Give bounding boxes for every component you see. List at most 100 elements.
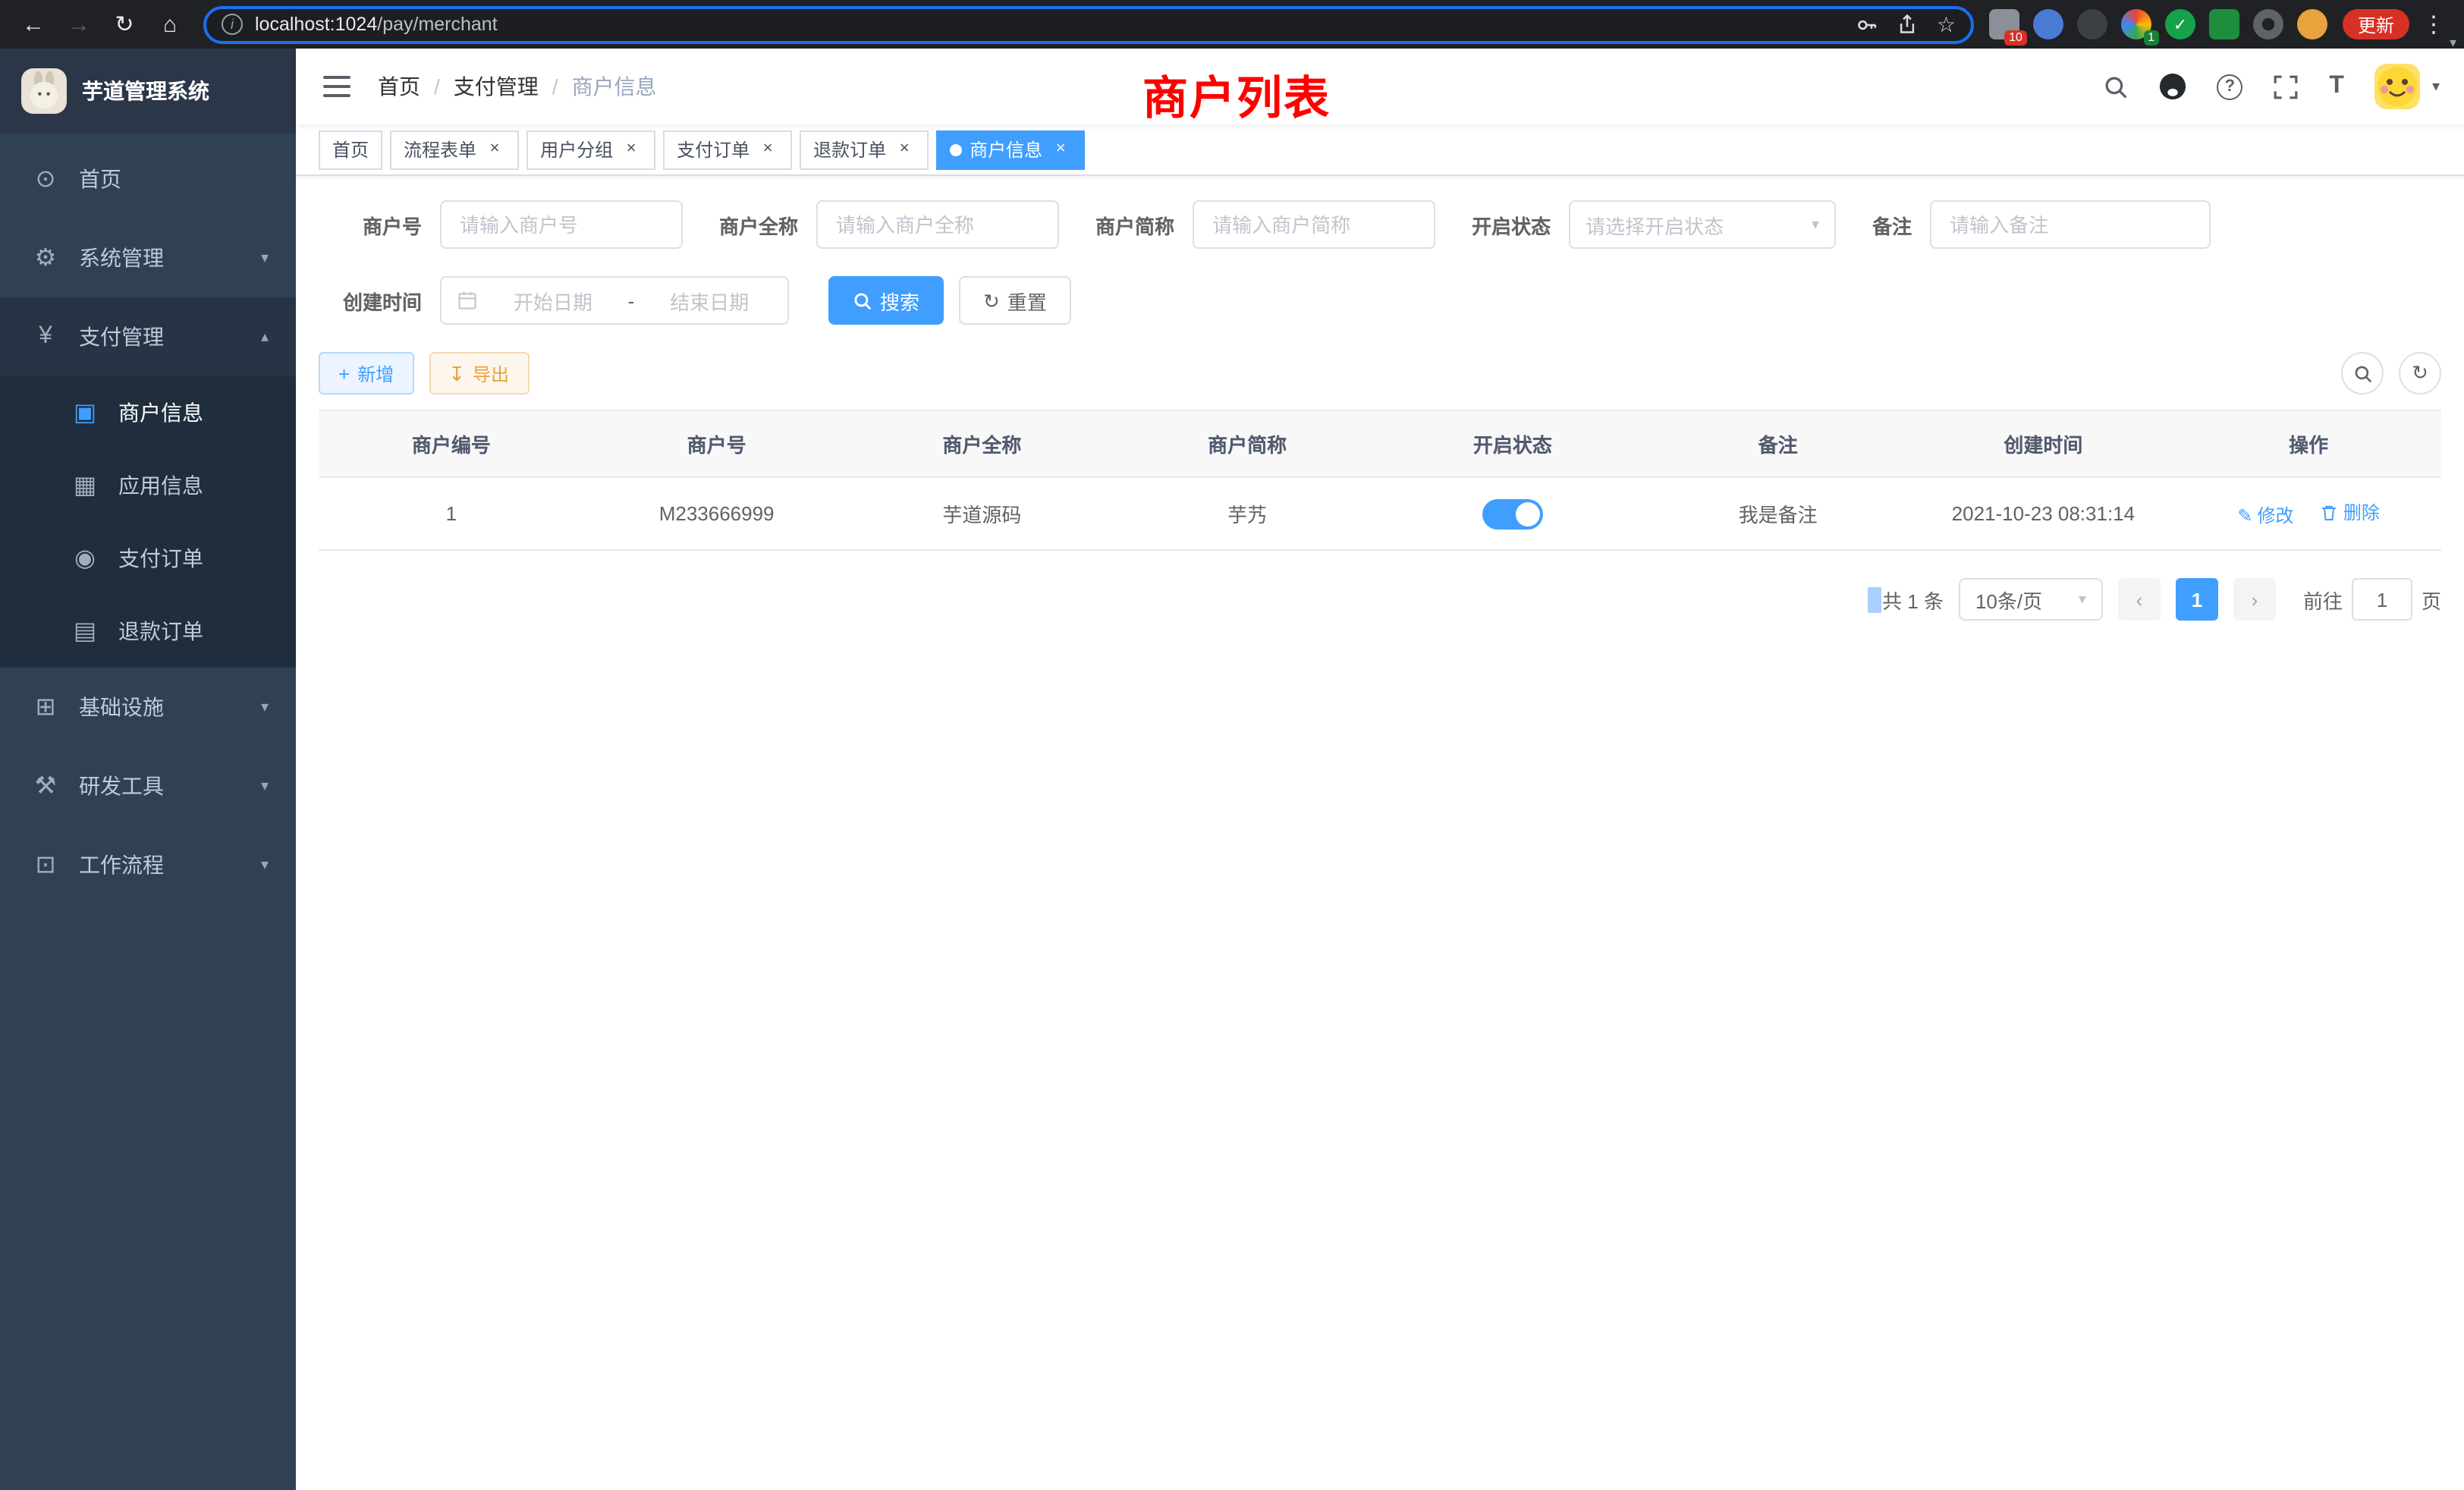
sidebar-item-home[interactable]: ⊙ 首页 [0,140,296,218]
close-icon[interactable]: × [894,139,915,160]
field-label: 备注 [1872,210,1912,239]
tab-home[interactable]: 首页 [319,130,382,169]
breadcrumb: 首页 / 支付管理 / 商户信息 [378,71,657,102]
tab-refund-order[interactable]: 退款订单× [800,130,929,169]
font-size-icon[interactable]: T [2329,73,2344,100]
breadcrumb-item-home[interactable]: 首页 [378,71,420,102]
close-icon[interactable]: × [757,139,778,160]
app-logo[interactable]: 芋道管理系统 [0,49,296,134]
close-icon[interactable]: × [484,139,505,160]
gear-icon: ⚙ [27,243,64,273]
grid-icon: ▦ [67,470,103,501]
short-name-input[interactable] [1193,200,1435,249]
extension-icon-2[interactable] [2033,9,2063,39]
edit-link[interactable]: ✎修改 [2237,502,2293,528]
add-button[interactable]: + 新增 [319,352,413,395]
export-button[interactable]: ↧ 导出 [429,352,529,395]
page-size-select[interactable]: 10条/页 ▾ [1959,578,2103,621]
url-bar[interactable]: i localhost:1024/pay/merchant ☆ [203,5,1974,43]
prev-page-button[interactable]: ‹ [2118,578,2161,621]
next-page-button[interactable]: › [2233,578,2276,621]
merchant-table: 商户编号 商户号 商户全称 商户简称 开启状态 备注 创建时间 操作 1 [319,410,2441,551]
back-icon[interactable]: ← [15,6,52,42]
filter-row-2: 创建时间 开始日期 - 结束日期 [319,276,2441,325]
bookmark-star-icon[interactable]: ☆ [1937,11,1956,37]
sidebar-item-label: 应用信息 [118,470,203,501]
search-icon[interactable] [2103,74,2129,99]
sidebar-item-pay-order[interactable]: ◉ 支付订单 [0,522,296,595]
toolbar-right: ↻ [2341,352,2441,395]
status-toggle[interactable] [1482,498,1543,529]
main-area: 商户列表 首页 / 支付管理 / 商户信息 [296,49,2464,1490]
tab-user-group[interactable]: 用户分组× [526,130,655,169]
extension-icon-5[interactable]: ✓ [2165,9,2195,39]
order-icon: ◉ [67,543,103,574]
active-dot [950,143,962,156]
status-select[interactable]: 请选择开启状态 ▾ [1569,200,1836,249]
page-button-1[interactable]: 1 [2176,578,2218,621]
extensions-puzzle-icon[interactable] [2253,9,2283,39]
chevron-down-icon[interactable]: ▾ [2450,35,2456,52]
browser-chrome: ← → ↻ ⌂ i localhost:1024/pay/merchant ☆ … [0,0,2464,49]
help-icon[interactable]: ? [2217,74,2242,99]
sidebar-item-payment[interactable]: ¥ 支付管理 ▴ [0,297,296,376]
tab-pay-order[interactable]: 支付订单× [663,130,792,169]
chevron-down-icon: ▾ [261,778,269,794]
col-remark: 备注 [1645,410,1911,477]
refresh-table-button[interactable]: ↻ [2399,352,2441,395]
browser-profile-avatar[interactable] [2297,9,2327,39]
app-title: 芋道管理系统 [82,76,209,106]
chevron-down-icon: ▾ [1812,216,1819,233]
fullscreen-icon[interactable] [2273,74,2299,99]
home-icon[interactable]: ⌂ [152,6,188,42]
sidebar-item-app-info[interactable]: ▦ 应用信息 [0,449,296,522]
download-icon: ↧ [448,363,465,383]
tab-merchant-info[interactable]: 商户信息× [936,130,1085,169]
reset-button[interactable]: ↻ 重置 [959,276,1071,325]
merchant-no-input[interactable] [440,200,683,249]
pagination-goto: 前往 页 [2303,578,2441,621]
sidebar-item-refund-order[interactable]: ▤ 退款订单 [0,595,296,668]
sidebar-item-system[interactable]: ⚙ 系统管理 ▾ [0,218,296,297]
chevron-down-icon: ▾ [2079,591,2086,608]
extension-icon-1[interactable]: 10 [1989,9,2019,39]
sidebar-item-merchant-info[interactable]: ▣ 商户信息 [0,376,296,449]
user-menu[interactable]: ▾ [2374,64,2440,109]
site-info-icon[interactable]: i [222,14,243,35]
close-icon[interactable]: × [1050,139,1071,160]
delete-link[interactable]: 删除 [2321,499,2380,525]
github-icon[interactable] [2159,73,2186,100]
extension-icon-3[interactable] [2077,9,2107,39]
close-icon[interactable]: × [621,139,642,160]
toggle-search-button[interactable] [2341,352,2384,395]
password-key-icon[interactable] [1856,13,1879,36]
refund-icon: ▤ [67,616,103,646]
browser-menu-icon[interactable]: ⋮ [2418,6,2449,42]
reload-icon[interactable]: ↻ [106,6,143,42]
remark-input[interactable] [1930,200,2211,249]
toolbar-left: + 新增 ↧ 导出 [319,352,529,395]
tab-process-form[interactable]: 流程表单× [390,130,519,169]
full-name-input[interactable] [816,200,1059,249]
payment-submenu: ▣ 商户信息 ▦ 应用信息 ◉ 支付订单 ▤ 退款订单 [0,376,296,668]
share-icon[interactable] [1897,14,1919,35]
breadcrumb-item-payment[interactable]: 支付管理 [454,71,539,102]
filter-short-name: 商户简称 [1095,200,1435,249]
top-navbar: 首页 / 支付管理 / 商户信息 ? [296,49,2464,124]
browser-update-button[interactable]: 更新 [2343,9,2409,39]
date-range-picker[interactable]: 开始日期 - 结束日期 [440,276,789,325]
sidebar-toggle-icon[interactable] [320,70,354,103]
breadcrumb-item-current: 商户信息 [572,71,657,102]
goto-page-input[interactable] [2352,578,2412,621]
search-icon [853,291,872,310]
sidebar-item-workflow[interactable]: ⊡ 工作流程 ▾ [0,825,296,904]
sidebar-item-infrastructure[interactable]: ⊞ 基础设施 ▾ [0,668,296,747]
forward-icon[interactable]: → [61,6,97,42]
extension-icon-6[interactable] [2209,9,2239,39]
sidebar-item-label: 研发工具 [79,771,164,801]
cell-status [1380,477,1645,550]
search-button[interactable]: 搜索 [828,276,944,325]
date-separator: - [628,289,635,312]
extension-icon-4[interactable]: 1 [2121,9,2151,39]
sidebar-item-dev-tools[interactable]: ⚒ 研发工具 ▾ [0,747,296,825]
